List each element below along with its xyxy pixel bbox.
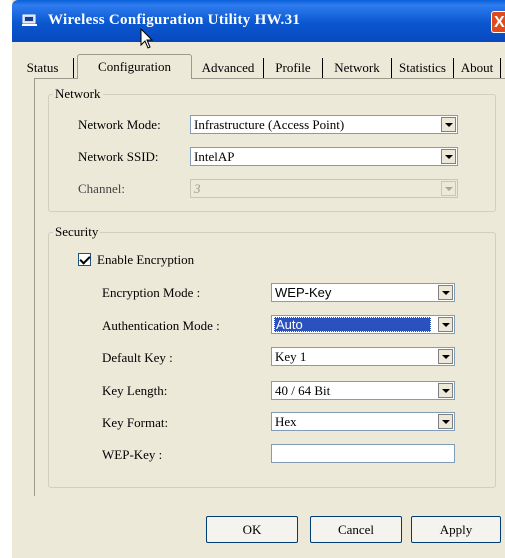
chevron-down-icon[interactable] (438, 317, 453, 332)
tab-about[interactable]: About (454, 58, 501, 78)
tab-strip: Status Configuration Advanced Profile Ne… (12, 54, 505, 79)
key-format-select[interactable]: Hex (271, 412, 455, 431)
key-length-select[interactable]: 40 / 64 Bit (271, 381, 455, 400)
security-group-legend: Security (55, 224, 99, 239)
ok-button[interactable]: OK (206, 516, 298, 543)
wep-key-input[interactable] (271, 444, 455, 463)
dialog-window: Wireless Configuration Utility HW.31 X S… (12, 0, 505, 558)
close-button[interactable]: X (491, 11, 505, 33)
key-length-value: 40 / 64 Bit (275, 383, 331, 398)
default-key-label: Default Key : (102, 350, 173, 365)
title-bar[interactable]: Wireless Configuration Utility HW.31 X (12, 0, 505, 42)
default-key-select[interactable]: Key 1 (271, 347, 455, 366)
network-mode-value: Infrastructure (Access Point) (194, 117, 345, 132)
chevron-down-icon[interactable] (438, 414, 453, 429)
authentication-mode-select[interactable]: Auto (271, 315, 455, 334)
tab-advanced[interactable]: Advanced (193, 58, 264, 78)
mouse-cursor-icon (140, 28, 154, 49)
chevron-down-icon[interactable] (438, 285, 453, 300)
default-key-value: Key 1 (275, 349, 307, 364)
tab-statistics[interactable]: Statistics (392, 58, 454, 78)
chevron-down-icon[interactable] (441, 149, 456, 164)
chevron-down-icon (441, 181, 456, 196)
key-length-label: Key Length: (102, 383, 168, 398)
channel-select: 3 (190, 179, 458, 198)
chevron-down-icon[interactable] (441, 117, 456, 132)
network-ssid-value: IntelAP (194, 149, 235, 164)
tab-configuration[interactable]: Configuration (77, 54, 192, 79)
encryption-mode-label: Encryption Mode : (102, 285, 201, 300)
enable-encryption-checkbox[interactable] (78, 253, 91, 266)
window-title: Wireless Configuration Utility HW.31 (48, 12, 301, 28)
chevron-down-icon[interactable] (438, 383, 453, 398)
cancel-button[interactable]: Cancel (310, 516, 402, 543)
enable-encryption-label[interactable]: Enable Encryption (97, 252, 194, 268)
network-adapter-icon (22, 14, 37, 26)
chevron-down-icon[interactable] (438, 349, 453, 364)
channel-label: Channel: (78, 181, 125, 196)
tab-status[interactable]: Status (12, 58, 74, 78)
network-ssid-label: Network SSID: (78, 149, 159, 164)
authentication-mode-label: Authentication Mode : (102, 318, 220, 333)
wep-key-label: WEP-Key : (102, 447, 163, 462)
channel-value: 3 (194, 181, 201, 196)
network-mode-label: Network Mode: (78, 117, 161, 132)
network-mode-select[interactable]: Infrastructure (Access Point) (190, 115, 458, 134)
tab-profile[interactable]: Profile (264, 58, 323, 78)
tab-network[interactable]: Network (323, 58, 392, 78)
authentication-mode-value: Auto (276, 317, 303, 332)
encryption-mode-value: WEP-Key (275, 285, 332, 300)
network-ssid-select[interactable]: IntelAP (190, 147, 458, 166)
encryption-mode-select[interactable]: WEP-Key (271, 283, 455, 302)
key-format-label: Key Format: (102, 415, 169, 430)
apply-button[interactable]: Apply (411, 516, 501, 543)
network-group-legend: Network (55, 86, 101, 101)
key-format-value: Hex (275, 414, 297, 429)
